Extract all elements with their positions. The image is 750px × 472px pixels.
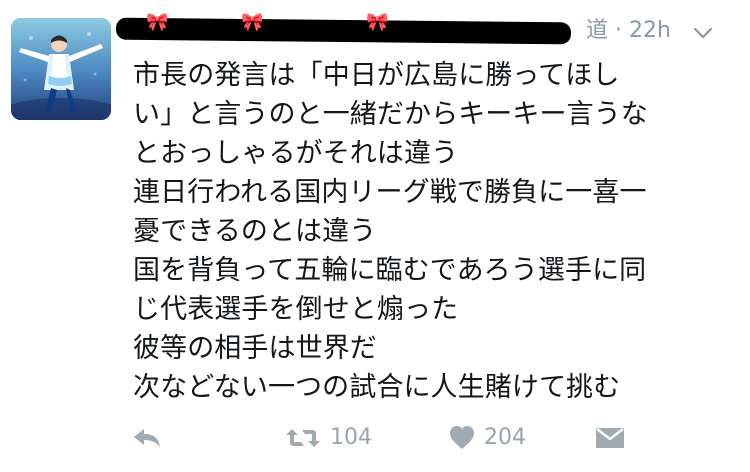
tweet-card[interactable]: 🎀 🎀 🎀 道 · 22h 市長の発言は「中日が広島に勝ってほし い」と言うのと…: [0, 0, 750, 472]
retweet-button[interactable]: 104: [284, 424, 372, 452]
timestamp[interactable]: 22h: [629, 18, 671, 43]
tweet-text-line: 憂できるのとは違う: [133, 216, 377, 247]
envelope-icon: [596, 428, 624, 448]
tweet-text-line: とおっしゃるがそれは違う: [133, 138, 459, 169]
direct-message-button[interactable]: [594, 424, 626, 452]
tweet-text-line: 彼等の相手は世界だ: [133, 333, 377, 364]
like-count: 204: [484, 425, 526, 450]
tweet-text-line: 市長の発言は「中日が広島に勝ってほし: [133, 60, 620, 91]
tweet-text-line: 国を背負って五輪に臨むであろう選手に同: [133, 255, 647, 286]
chevron-down-icon[interactable]: [691, 21, 715, 45]
reply-button[interactable]: [132, 424, 162, 452]
timestamp-group[interactable]: 道 · 22h: [586, 20, 671, 42]
author-name-redacted: [115, 17, 572, 45]
avatar[interactable]: [11, 18, 111, 120]
tweet-actions: 104 204: [132, 424, 652, 454]
heart-icon: [450, 426, 474, 449]
timestamp-separator: ·: [615, 18, 623, 43]
tweet-text-line: い」と言うのと一緒だからキーキー言うな: [133, 99, 648, 130]
retweet-count: 104: [330, 425, 372, 450]
skater-image: [11, 18, 111, 120]
tweet-text-line: 次などない一つの試合に人生賭けて挑む: [133, 372, 621, 403]
retweet-icon: [286, 429, 320, 447]
tweet-header: 🎀 🎀 🎀 道 · 22h: [115, 10, 736, 54]
author-name-visible: 道: [586, 18, 609, 43]
like-button[interactable]: 204: [448, 424, 526, 452]
reply-icon: [134, 429, 160, 447]
tweet-text: 市長の発言は「中日が広島に勝ってほし い」と言うのと一緒だからキーキー言うな と…: [133, 56, 723, 407]
tweet-text-line: 連日行われる国内リーグ戦で勝負に一喜一: [133, 177, 647, 208]
tweet-text-line: じ代表選手を倒せと煽った: [133, 294, 459, 325]
